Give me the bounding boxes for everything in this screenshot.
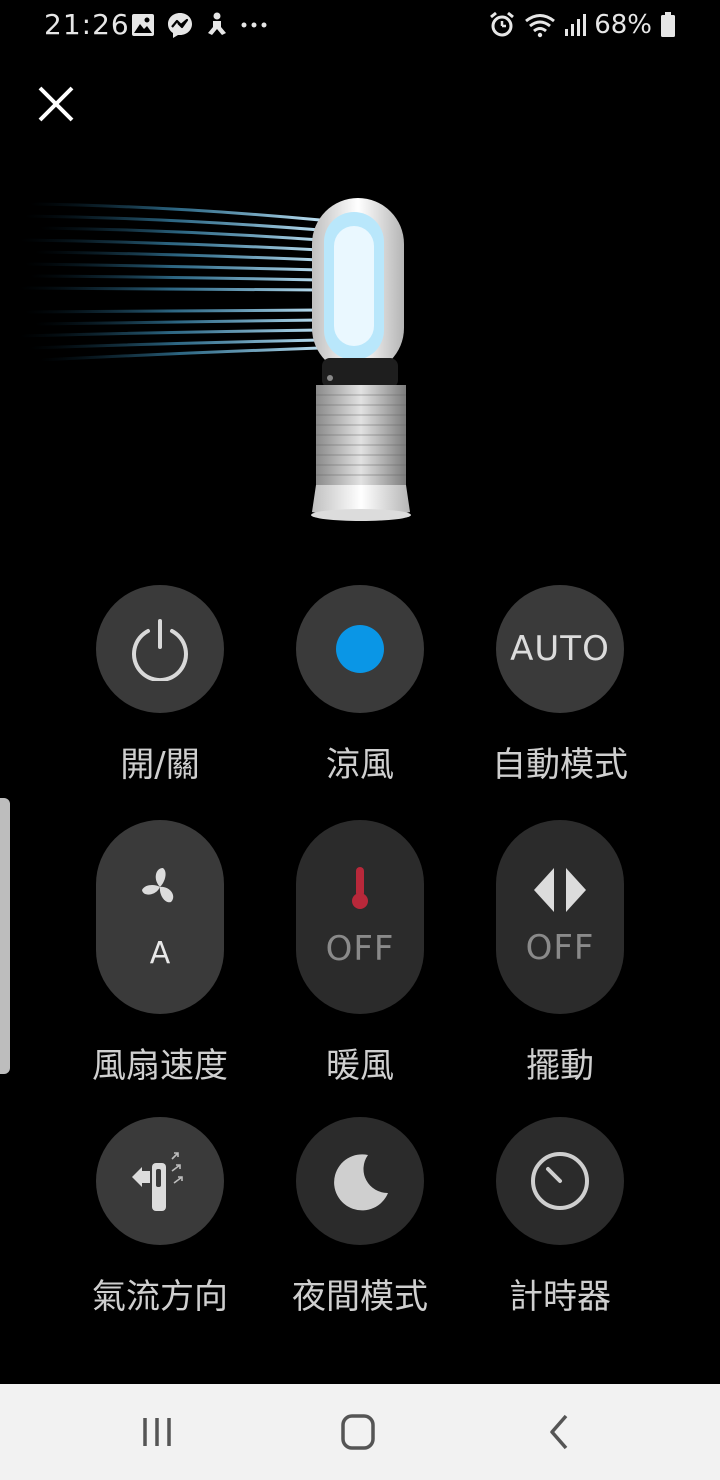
oscillation-button[interactable]: OFF — [496, 820, 624, 1014]
control-label: 暖風 — [326, 1046, 394, 1086]
wifi-icon — [525, 14, 556, 38]
recents-button[interactable] — [127, 1408, 187, 1458]
power-button[interactable] — [96, 585, 224, 713]
timer-icon — [531, 1152, 589, 1210]
image-icon — [132, 14, 154, 36]
control-heat: OFF 暖風 — [260, 820, 460, 1087]
control-cool: 涼風 — [260, 585, 460, 786]
control-auto: AUTO 自動模式 — [460, 585, 660, 786]
control-label: 自動模式 — [492, 745, 628, 785]
control-label: 風扇速度 — [92, 1046, 228, 1086]
night-mode-button[interactable] — [296, 1117, 424, 1245]
control-night: 夜間模式 — [260, 1117, 460, 1318]
control-label: 氣流方向 — [92, 1277, 228, 1317]
oscillation-value: OFF — [525, 928, 595, 968]
control-power: 開/關 — [60, 585, 260, 786]
control-label: 計時器 — [509, 1277, 611, 1317]
airflow-direction-icon — [132, 1152, 183, 1211]
control-label: 夜間模式 — [292, 1277, 428, 1317]
control-fan-speed: A 風扇速度 — [60, 820, 260, 1087]
alarm-icon — [490, 11, 515, 37]
fan-speed-value: A — [149, 935, 171, 971]
status-notification-icons — [130, 10, 268, 40]
battery-icon — [661, 12, 675, 37]
status-bar: 21:26 68% — [0, 0, 720, 50]
edge-panel-handle[interactable] — [0, 798, 10, 1074]
heat-value: OFF — [325, 929, 395, 969]
fan-icon — [142, 867, 174, 902]
product-illustration — [0, 180, 720, 540]
timer-button[interactable] — [496, 1117, 624, 1245]
control-airflow: 氣流方向 — [60, 1117, 260, 1318]
home-icon — [341, 1414, 375, 1450]
recents-icon — [143, 1418, 171, 1446]
auto-text: AUTO — [510, 629, 610, 669]
control-label: 涼風 — [326, 745, 394, 785]
airflow-direction-button[interactable] — [96, 1117, 224, 1245]
back-button[interactable] — [530, 1408, 590, 1458]
power-icon — [132, 619, 188, 681]
signal-icon — [565, 14, 587, 36]
control-oscillation: OFF 擺動 — [460, 820, 660, 1087]
heat-button[interactable]: OFF — [296, 820, 424, 1014]
blue-dot-icon — [336, 625, 384, 673]
back-icon — [550, 1414, 568, 1450]
control-label: 開/關 — [120, 745, 200, 785]
control-timer: 計時器 — [460, 1117, 660, 1318]
home-button[interactable] — [328, 1408, 388, 1458]
status-system-icons: 68% — [488, 10, 676, 40]
close-icon — [38, 86, 74, 122]
oscillation-icon — [534, 868, 586, 912]
thermometer-icon — [352, 867, 368, 909]
more-icon — [241, 22, 267, 28]
fan-speed-button[interactable]: A — [96, 820, 224, 1014]
fan-airflow-image — [19, 198, 411, 521]
battery-percent: 68% — [594, 10, 652, 40]
moon-icon — [334, 1154, 388, 1211]
close-button[interactable] — [30, 78, 82, 130]
auto-mode-button[interactable]: AUTO — [496, 585, 624, 713]
status-time: 21:26 — [44, 8, 130, 41]
control-label: 擺動 — [526, 1046, 594, 1086]
cool-mode-button[interactable] — [296, 585, 424, 713]
navigation-bar — [0, 1384, 720, 1480]
drip-icon — [208, 12, 226, 35]
messenger-icon — [168, 13, 192, 38]
